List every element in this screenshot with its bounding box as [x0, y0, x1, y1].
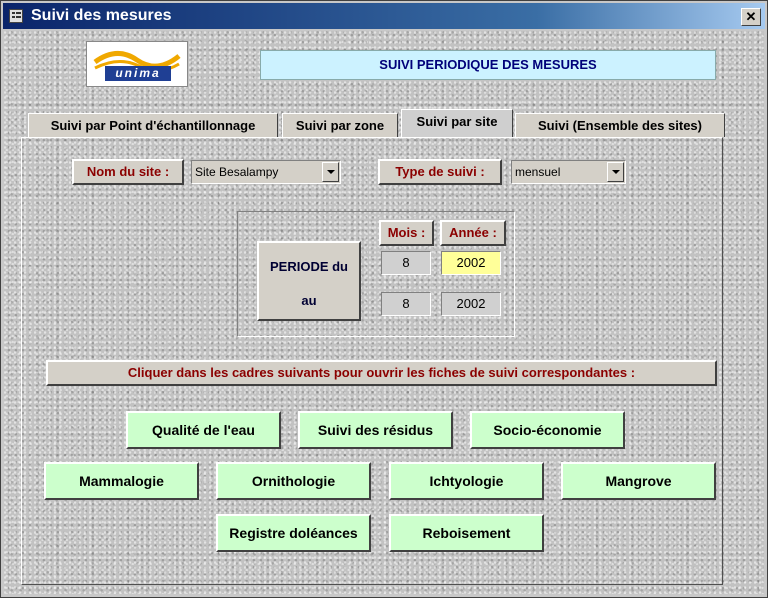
mois-label: Mois :	[379, 220, 434, 246]
type-suivi-label: Type de suivi :	[378, 159, 502, 185]
tab-point-echantillonnage[interactable]: Suivi par Point d'échantillonnage	[28, 113, 278, 137]
from-year-field[interactable]: 2002	[441, 251, 501, 275]
instruction-banner: Cliquer dans les cadres suivants pour ou…	[46, 360, 717, 386]
registre-doleances-button[interactable]: Registre doléances	[216, 514, 371, 552]
close-button[interactable]: ✕	[741, 8, 761, 26]
mangrove-button[interactable]: Mangrove	[561, 462, 716, 500]
type-suivi-value: mensuel	[515, 165, 561, 179]
tab-par-site[interactable]: Suivi par site	[401, 109, 513, 137]
title-bar[interactable]: Suivi des mesures ✕	[3, 3, 765, 29]
site-select-value: Site Besalampy	[195, 165, 279, 179]
socio-economie-button[interactable]: Socio-économie	[470, 411, 625, 449]
chevron-down-icon[interactable]	[607, 162, 624, 182]
logo-text: unima	[105, 66, 171, 81]
window-title: Suivi des mesures	[31, 7, 172, 24]
chevron-down-icon[interactable]	[322, 162, 339, 182]
form-body: unima SUIVI PERIODIQUE DES MESURES Suivi…	[4, 31, 764, 594]
period-label-au: au	[301, 293, 317, 308]
tab-ensemble-sites[interactable]: Suivi (Ensemble des sites)	[515, 113, 725, 137]
ornithologie-button[interactable]: Ornithologie	[216, 462, 371, 500]
mammalogie-button[interactable]: Mammalogie	[44, 462, 199, 500]
page-title: SUIVI PERIODIQUE DES MESURES	[260, 50, 716, 80]
tab-par-zone[interactable]: Suivi par zone	[282, 113, 398, 137]
period-button[interactable]: PERIODE du au	[257, 241, 361, 321]
from-month-field[interactable]: 8	[381, 251, 431, 275]
form-icon	[9, 9, 23, 23]
period-label-du: PERIODE du	[269, 259, 348, 274]
to-month-field[interactable]: 8	[381, 292, 431, 316]
type-suivi-select[interactable]: mensuel	[511, 160, 626, 184]
site-name-label: Nom du site :	[72, 159, 184, 185]
to-year-field[interactable]: 2002	[441, 292, 501, 316]
unima-logo: unima	[86, 41, 188, 87]
main-window: Suivi des mesures ✕ unima SUIVI PERIODIQ…	[0, 0, 768, 598]
reboisement-button[interactable]: Reboisement	[389, 514, 544, 552]
site-select[interactable]: Site Besalampy	[191, 160, 341, 184]
qualite-eau-button[interactable]: Qualité de l'eau	[126, 411, 281, 449]
suivi-residus-button[interactable]: Suivi des résidus	[298, 411, 453, 449]
ichtyologie-button[interactable]: Ichtyologie	[389, 462, 544, 500]
annee-label: Année :	[440, 220, 506, 246]
